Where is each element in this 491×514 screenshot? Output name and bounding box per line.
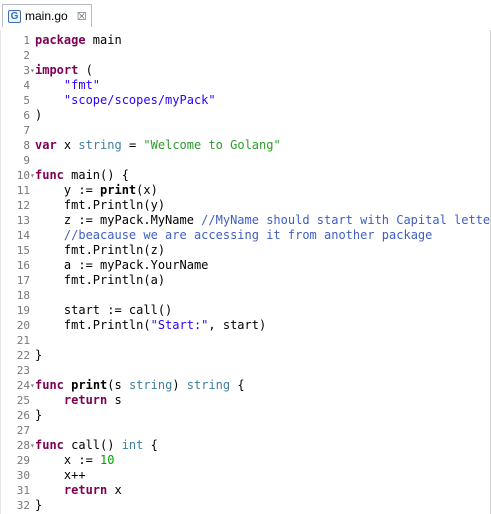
line-number: 1 <box>23 34 30 47</box>
code-line[interactable]: 30 x++ <box>1 468 490 483</box>
code-text: "fmt" <box>63 78 101 92</box>
line-number: 16 <box>16 259 30 272</box>
code-line[interactable]: 6) <box>1 108 490 123</box>
line-number: 15 <box>16 244 30 257</box>
line-number: 31 <box>16 484 30 497</box>
fold-toggle-icon[interactable]: ▾ <box>30 438 35 453</box>
code-text: fmt.Println(a) <box>35 273 166 287</box>
line-number: 4 <box>23 79 30 92</box>
code-line[interactable]: 31 return x <box>1 483 490 498</box>
line-number: 23 <box>16 364 30 377</box>
code-text: func call() int { <box>35 438 158 452</box>
code-line[interactable]: 11 y := print(x) <box>1 183 490 198</box>
line-number: 3 <box>23 64 30 77</box>
code-text: start := call() <box>35 303 173 317</box>
code-line[interactable]: 22} <box>1 348 490 363</box>
code-line[interactable]: 1 package main <box>1 33 490 48</box>
code-text: fmt.Println(y) <box>35 198 166 212</box>
line-number: 7 <box>23 124 30 137</box>
code-line[interactable]: 18 <box>1 288 490 303</box>
line-number: 19 <box>16 304 30 317</box>
code-text: } <box>35 408 43 422</box>
line-number: 18 <box>16 289 30 302</box>
code-line[interactable]: 14 //beacause we are accessing it from a… <box>1 228 490 243</box>
code-text: } <box>35 498 43 512</box>
code-text: ) <box>35 108 43 122</box>
code-line[interactable]: 8 var x string = "Welcome to Golang" <box>1 138 490 153</box>
code-line[interactable]: 3 ▾ import ( <box>1 63 490 78</box>
line-number: 32 <box>16 499 30 512</box>
line-number: 29 <box>16 454 30 467</box>
code-line[interactable]: 7 <box>1 123 490 138</box>
line-number: 24 <box>16 379 30 392</box>
code-text: func main() { <box>35 168 129 182</box>
line-number: 17 <box>16 274 30 287</box>
code-text: fmt.Println(z) <box>35 243 166 257</box>
code-line[interactable]: 21 <box>1 333 490 348</box>
code-text: //beacause we are accessing it from anot… <box>63 228 433 242</box>
code-text: x++ <box>35 468 86 482</box>
code-text: } <box>35 348 43 362</box>
line-number: 30 <box>16 469 30 482</box>
code-editor[interactable]: 1 package main 2 3 ▾ import (4 "fmt" 5 "scope/… <box>0 30 491 514</box>
code-line[interactable]: 10 ▾ func main() { <box>1 168 490 183</box>
code-line[interactable]: 24 ▾ func print(s string) string { <box>1 378 490 393</box>
code-text: y := print(x) <box>35 183 158 197</box>
line-number: 12 <box>16 199 30 212</box>
code-line[interactable]: 4 "fmt" <box>1 78 490 93</box>
code-text: func print(s string) string { <box>35 378 245 392</box>
line-number: 21 <box>16 334 30 347</box>
editor-tab-bar: G main.go ☒ <box>0 0 491 31</box>
code-line[interactable]: 17 fmt.Println(a) <box>1 273 490 288</box>
code-line[interactable]: 23 <box>1 363 490 378</box>
code-text: return s <box>63 393 122 407</box>
code-line[interactable]: 2 <box>1 48 490 63</box>
code-line[interactable]: 13 z := myPack.MyName //MyName should st… <box>1 213 491 228</box>
line-number: 22 <box>16 349 30 362</box>
code-text: "scope/scopes/myPack" <box>63 93 216 107</box>
code-line[interactable]: 16 a := myPack.YourName <box>1 258 490 273</box>
line-number: 8 <box>23 139 30 152</box>
line-number: 27 <box>16 424 30 437</box>
code-line[interactable]: 20 fmt.Println("Start:", start) <box>1 318 490 333</box>
line-number: 13 <box>16 214 30 227</box>
code-line[interactable]: 5 "scope/scopes/myPack" <box>1 93 490 108</box>
tab-main-go[interactable]: G main.go ☒ <box>2 4 92 27</box>
code-line[interactable]: 25 return s <box>1 393 490 408</box>
line-number: 10 <box>16 169 30 182</box>
line-number: 25 <box>16 394 30 407</box>
line-number: 28 <box>16 439 30 452</box>
go-file-icon: G <box>8 9 21 23</box>
line-number: 9 <box>23 154 30 167</box>
code-text: a := myPack.YourName <box>35 258 209 272</box>
code-text: return x <box>63 483 122 497</box>
code-line[interactable]: 27 <box>1 423 490 438</box>
code-text: package main <box>35 33 122 47</box>
code-line[interactable]: 15 fmt.Println(z) <box>1 243 490 258</box>
code-line[interactable]: 32} <box>1 498 490 513</box>
code-line[interactable]: 9 <box>1 153 490 168</box>
fold-toggle-icon[interactable]: ▾ <box>30 63 35 78</box>
code-text: x := 10 <box>35 453 115 467</box>
code-text: import ( <box>35 63 93 77</box>
code-text: z := myPack.MyName //MyName should start… <box>35 213 491 227</box>
code-line[interactable]: 26} <box>1 408 490 423</box>
code-line[interactable]: 19 start := call() <box>1 303 490 318</box>
close-icon[interactable]: ☒ <box>77 10 87 23</box>
code-text: fmt.Println("Start:", start) <box>35 318 267 332</box>
line-number: 11 <box>16 184 30 197</box>
code-line[interactable]: 12 fmt.Println(y) <box>1 198 490 213</box>
code-text: var x string = "Welcome to Golang" <box>35 138 281 152</box>
line-number: 2 <box>23 49 30 62</box>
line-number: 20 <box>16 319 30 332</box>
line-number: 14 <box>16 229 30 242</box>
code-line[interactable]: 28 ▾ func call() int { <box>1 438 490 453</box>
fold-toggle-icon[interactable]: ▾ <box>30 168 35 183</box>
line-number: 5 <box>23 94 30 107</box>
code-line[interactable]: 29 x := 10 <box>1 453 490 468</box>
tab-title: main.go <box>25 9 68 23</box>
line-number: 26 <box>16 409 30 422</box>
line-number: 6 <box>23 109 30 122</box>
fold-toggle-icon[interactable]: ▾ <box>30 378 35 393</box>
